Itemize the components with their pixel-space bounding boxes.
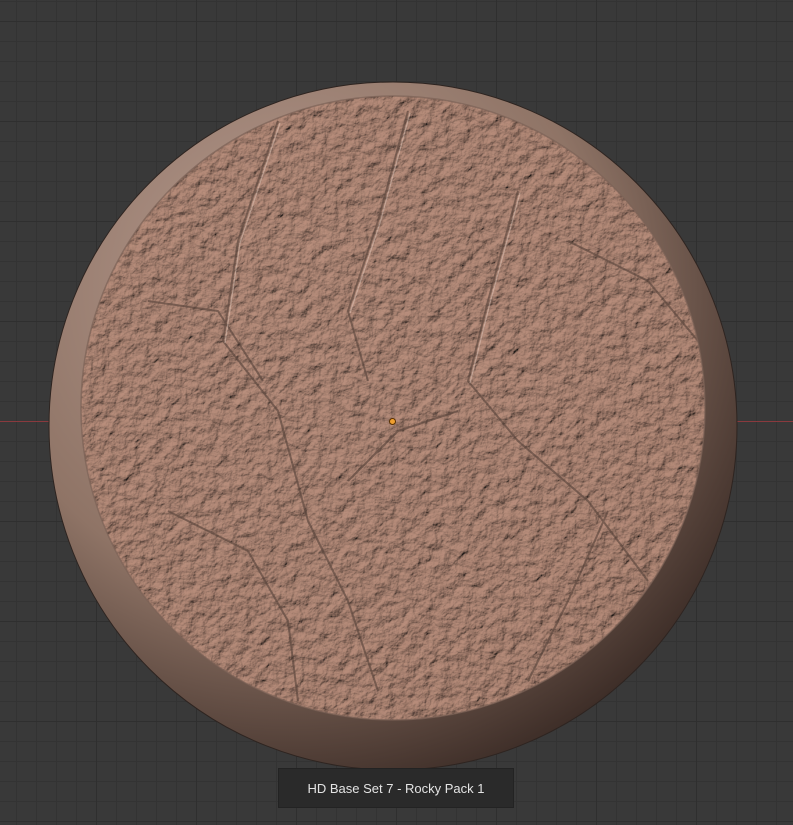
object-origin-icon[interactable] [389, 418, 396, 425]
viewport-caption: HD Base Set 7 - Rocky Pack 1 [278, 768, 514, 808]
caption-text: HD Base Set 7 - Rocky Pack 1 [307, 780, 485, 796]
3d-viewport[interactable]: HD Base Set 7 - Rocky Pack 1 [0, 0, 793, 825]
rocky-base-model[interactable] [48, 81, 738, 771]
